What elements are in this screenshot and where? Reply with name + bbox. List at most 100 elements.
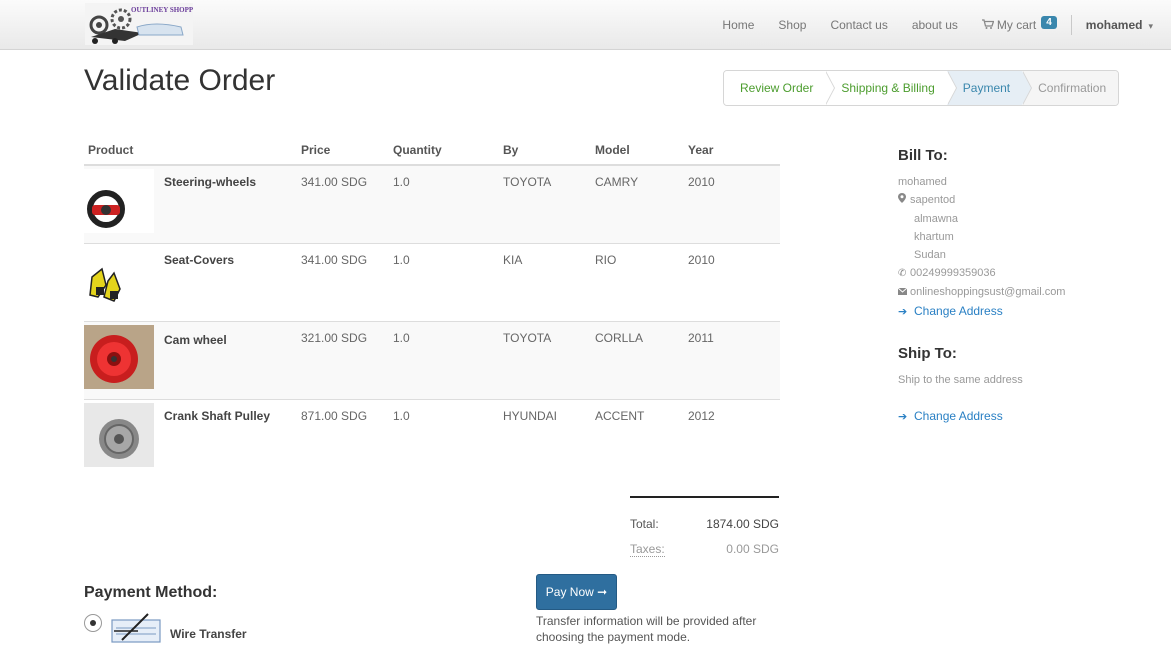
arrow-right-icon: ➔ bbox=[898, 306, 908, 318]
nav-shop[interactable]: Shop bbox=[778, 18, 806, 32]
product-year: 2010 bbox=[684, 242, 780, 321]
product-brand: TOYOTA bbox=[499, 320, 591, 399]
payment-method-heading: Payment Method: bbox=[84, 584, 218, 601]
product-model: RIO bbox=[591, 242, 684, 321]
table-row: Seat-Covers 341.00 SDG 1.0 KIA RIO 2010 bbox=[84, 242, 780, 321]
logo-text: OUTLINEY SHOPPING bbox=[131, 6, 193, 14]
step-label: Payment bbox=[962, 81, 1011, 95]
taxes-value: 0.00 SDG bbox=[726, 542, 779, 556]
taxes-label: Taxes: bbox=[630, 542, 665, 557]
pulley-icon bbox=[84, 402, 154, 467]
step-label: Confirmation bbox=[1038, 81, 1107, 95]
nav-divider bbox=[1070, 15, 1072, 35]
envelope-icon bbox=[897, 284, 908, 302]
totals-divider bbox=[630, 496, 779, 498]
bill-change-address-link[interactable]: ➔ Change Address bbox=[898, 302, 1128, 321]
step-payment[interactable]: Payment bbox=[946, 71, 1033, 105]
wire-transfer-icon bbox=[111, 613, 161, 643]
caret-down-icon: ▾ bbox=[1148, 21, 1153, 31]
total-label: Total: bbox=[630, 517, 659, 531]
product-quantity: 1.0 bbox=[389, 320, 499, 399]
cart-label: My cart bbox=[996, 18, 1037, 32]
table-row: Crank Shaft Pulley 871.00 SDG 1.0 HYUNDA… bbox=[84, 398, 780, 477]
nav-cart[interactable]: My cart 4 bbox=[981, 15, 1057, 32]
nav-links: Home Shop Contact us about us My cart 4 … bbox=[722, 0, 1153, 50]
step-label: Shipping & Billing bbox=[841, 81, 935, 95]
nav-contact[interactable]: Contact us bbox=[830, 18, 887, 32]
header-quantity: Quantity bbox=[389, 140, 499, 166]
payment-note: Transfer information will be provided af… bbox=[536, 614, 757, 644]
change-address-label: Change Address bbox=[914, 304, 1003, 318]
address-panel: Bill To: mohamed sapentod almawna khartu… bbox=[897, 147, 1128, 426]
order-table: Product Price Quantity By Model Year Ste… bbox=[84, 140, 780, 477]
bill-to-heading: Bill To: bbox=[898, 147, 948, 164]
map-marker-icon bbox=[898, 192, 908, 210]
product-model: CAMRY bbox=[591, 164, 684, 243]
header-product: Product bbox=[84, 140, 297, 166]
step-shipping-billing[interactable]: Shipping & Billing bbox=[825, 71, 957, 105]
product-name: Crank Shaft Pulley bbox=[160, 398, 297, 477]
user-name: mohamed bbox=[1085, 18, 1143, 32]
product-name: Seat-Covers bbox=[160, 242, 297, 321]
total-value: 1874.00 SDG bbox=[706, 517, 779, 531]
bill-name: mohamed bbox=[898, 176, 947, 188]
bill-phone-line: ✆ 00249999359036 bbox=[898, 264, 1128, 283]
wire-transfer-radio[interactable] bbox=[84, 614, 102, 632]
product-name: Cam wheel bbox=[160, 320, 297, 399]
bill-phone: 00249999359036 bbox=[910, 267, 996, 279]
product-model: ACCENT bbox=[591, 398, 684, 477]
product-price: 341.00 SDG bbox=[297, 242, 389, 321]
bill-country: Sudan bbox=[914, 249, 946, 261]
cam-wheel-icon bbox=[84, 324, 154, 389]
table-row: Steering-wheels 341.00 SDG 1.0 TOYOTA CA… bbox=[84, 164, 780, 243]
ship-note: Ship to the same address bbox=[898, 374, 1023, 386]
ship-to-section: Ship To: Ship to the same address ➔ Chang… bbox=[898, 345, 1128, 426]
arrow-right-icon: ➔ bbox=[898, 411, 908, 423]
product-year: 2011 bbox=[684, 320, 780, 399]
ship-to-heading: Ship To: bbox=[898, 345, 957, 362]
nav-about[interactable]: about us bbox=[912, 18, 958, 32]
product-year: 2012 bbox=[684, 398, 780, 477]
checkout-steps: Review Order Shipping & Billing Payment … bbox=[723, 70, 1120, 106]
bill-city: khartum bbox=[914, 231, 954, 243]
cart-icon bbox=[981, 18, 995, 32]
bill-email-line: onlineshoppingsust@gmail.com bbox=[897, 283, 1128, 302]
user-menu[interactable]: mohamed ▾ bbox=[1086, 18, 1153, 32]
nav-home[interactable]: Home bbox=[722, 18, 754, 32]
product-quantity: 1.0 bbox=[389, 398, 499, 477]
step-confirmation: Confirmation bbox=[1022, 71, 1119, 105]
product-price: 341.00 SDG bbox=[297, 164, 389, 243]
bill-street-line: sapentod bbox=[898, 191, 1128, 210]
header-year: Year bbox=[684, 140, 780, 166]
cart-count-badge: 4 bbox=[1041, 15, 1057, 29]
product-name: Steering-wheels bbox=[160, 164, 297, 243]
product-year: 2010 bbox=[684, 164, 780, 243]
steering-wheel-icon bbox=[84, 169, 154, 233]
pay-now-button[interactable]: Pay Now ➞ bbox=[536, 574, 617, 610]
header-by: By bbox=[499, 140, 591, 166]
product-quantity: 1.0 bbox=[389, 164, 499, 243]
product-model: CORLLA bbox=[591, 320, 684, 399]
product-price: 871.00 SDG bbox=[297, 398, 389, 477]
product-quantity: 1.0 bbox=[389, 242, 499, 321]
product-brand: HYUNDAI bbox=[499, 398, 591, 477]
top-navbar: OUTLINEY SHOPPING Home Shop Contact us a… bbox=[0, 0, 1171, 50]
bill-area: almawna bbox=[914, 213, 959, 225]
table-header-row: Product Price Quantity By Model Year bbox=[84, 140, 780, 166]
table-row: Cam wheel 321.00 SDG 1.0 TOYOTA CORLLA 2… bbox=[84, 320, 780, 399]
bill-street: sapentod bbox=[910, 194, 956, 206]
ship-change-address-link[interactable]: ➔ Change Address bbox=[898, 407, 1128, 426]
bill-email: onlineshoppingsust@gmail.com bbox=[910, 286, 1066, 298]
header-price: Price bbox=[297, 140, 389, 166]
change-address-label: Change Address bbox=[914, 409, 1003, 423]
phone-icon: ✆ bbox=[898, 268, 907, 279]
page-title: Validate Order bbox=[84, 64, 276, 97]
product-brand: TOYOTA bbox=[499, 164, 591, 243]
step-label: Review Order bbox=[740, 81, 814, 95]
wire-transfer-label: Wire Transfer bbox=[170, 627, 247, 641]
product-brand: KIA bbox=[499, 242, 591, 321]
header-model: Model bbox=[591, 140, 684, 166]
step-review-order[interactable]: Review Order bbox=[724, 71, 836, 105]
seat-cover-icon bbox=[84, 246, 154, 311]
brand-logo[interactable]: OUTLINEY SHOPPING bbox=[85, 3, 193, 45]
